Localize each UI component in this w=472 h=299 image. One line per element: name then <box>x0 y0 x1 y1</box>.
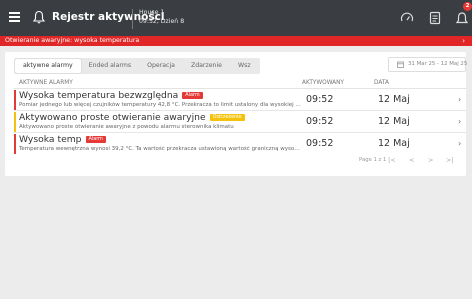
top-bar: Rejestr aktywności House 1 09:52, Dzień … <box>0 0 472 36</box>
prev-page-button[interactable]: < <box>409 156 414 164</box>
gauge-icon[interactable] <box>400 11 414 25</box>
alarm-banner[interactable]: Otwieranie awaryjne: wysoka temperatura … <box>0 36 472 46</box>
severity-tag: Alarm <box>85 136 106 143</box>
alarm-title: Wysoka temp Alarm <box>19 134 106 145</box>
severity-tag: Ostrzeżenie <box>209 114 245 121</box>
severity-stripe <box>14 134 16 154</box>
column-header-date: DATA <box>374 80 389 86</box>
alarm-banner-text: Otwieranie awaryjne: wysoka temperatura <box>5 37 140 44</box>
alarm-date: 12 Maj <box>378 94 410 105</box>
tab-ended-alarms[interactable]: Ended alarms <box>81 59 139 73</box>
bell-icon <box>33 10 45 24</box>
column-header-activated: AKTYWOWANY <box>302 80 344 86</box>
tab-operation[interactable]: Operacja <box>139 59 183 73</box>
alarm-time: 09:52 <box>306 138 334 149</box>
house-time-day: 09:52, Dzień 8 <box>139 17 185 25</box>
chevron-right-icon: › <box>458 139 462 148</box>
alarm-date: 12 Maj <box>378 116 410 127</box>
table-row[interactable]: Wysoka temperatura bezwzględna Alarm Pomi… <box>14 89 466 111</box>
report-icon[interactable] <box>428 11 442 25</box>
tab-all[interactable]: Wsz <box>230 59 259 73</box>
notification-badge: 2 <box>463 2 472 11</box>
date-range-picker[interactable]: 31 Mar 25 - 12 Maj 25 <box>388 57 468 72</box>
tab-active-alarms[interactable]: aktywne alarmy <box>15 59 81 73</box>
last-page-button[interactable]: >| <box>446 156 454 164</box>
alarm-time: 09:52 <box>306 116 334 127</box>
severity-tag: Alarm <box>182 92 203 99</box>
next-page-button[interactable]: > <box>428 156 433 164</box>
alarm-description: Pomiar jednego lub więcej czujników temp… <box>19 102 302 108</box>
severity-stripe <box>14 112 16 132</box>
alarm-time: 09:52 <box>306 94 334 105</box>
chevron-right-icon: › <box>462 37 465 45</box>
tab-event[interactable]: Zdarzenie <box>183 59 230 73</box>
menu-icon[interactable] <box>9 12 20 22</box>
calendar-icon <box>397 61 404 68</box>
alarm-description: Temperatura wewnętrzna wynosi 39,2 °C. T… <box>19 146 302 152</box>
alarm-description: Aktywowano proste otwieranie awaryjne z … <box>19 124 234 130</box>
chevron-right-icon: › <box>458 95 462 104</box>
table-row[interactable]: Aktywowano proste otwieranie awaryjne Ost… <box>14 111 466 133</box>
chevron-right-icon: › <box>458 117 462 126</box>
activity-card: aktywne alarmy Ended alarms Operacja Zda… <box>5 52 468 176</box>
first-page-button[interactable]: |< <box>388 156 396 164</box>
alarm-title: Aktywowano proste otwieranie awaryjne Ost… <box>19 112 245 123</box>
column-header-active-alarms: AKTYWNE ALARMY <box>19 80 73 86</box>
alarm-title: Wysoka temperatura bezwzględna Alarm <box>19 90 203 101</box>
alarm-bell-icon[interactable] <box>455 11 469 25</box>
house-context[interactable]: House 1 09:52, Dzień 8 <box>132 9 184 29</box>
pagination-label: Page 1 z 1 <box>359 157 387 163</box>
alarm-date: 12 Maj <box>378 138 410 149</box>
table-row[interactable]: Wysoka temp Alarm Temperatura wewnętrzna … <box>14 133 466 155</box>
house-name: House 1 <box>139 9 165 16</box>
tab-bar: aktywne alarmy Ended alarms Operacja Zda… <box>14 58 260 74</box>
severity-stripe <box>14 90 16 110</box>
date-range-text: 31 Mar 25 - 12 Maj 25 <box>408 61 468 67</box>
